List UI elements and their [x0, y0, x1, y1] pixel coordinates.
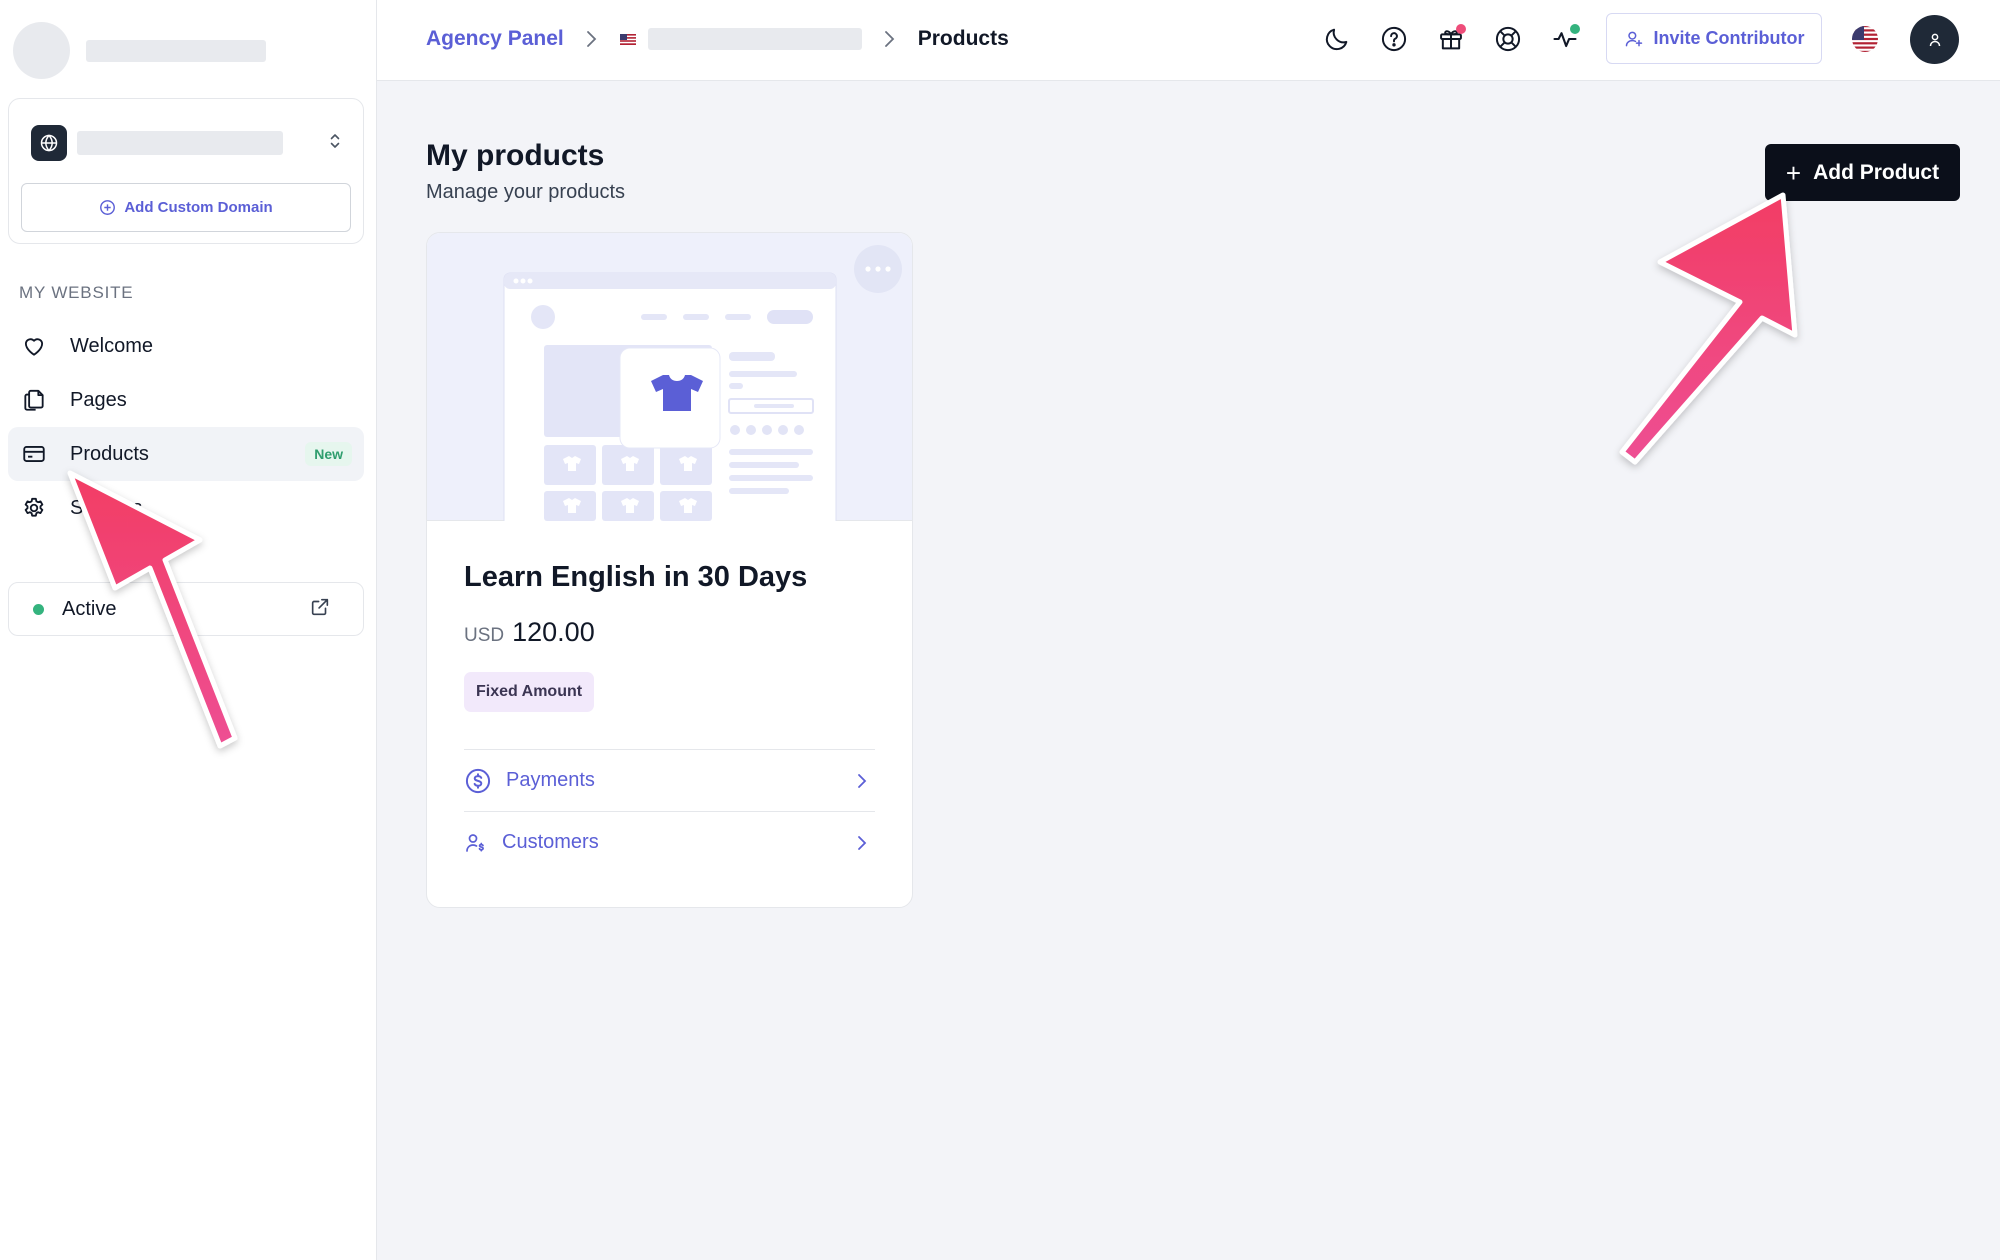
plus-icon: + — [1785, 157, 1802, 188]
ellipsis-icon — [865, 266, 891, 272]
breadcrumb: Agency Panel Products — [426, 0, 1009, 78]
support-icon[interactable] — [1489, 20, 1527, 58]
chevron-right-icon — [857, 772, 867, 790]
product-price: USD 120.00 — [464, 617, 595, 648]
product-currency: USD — [464, 625, 505, 646]
product-card[interactable]: Learn English in 30 Days USD 120.00 Fixe… — [426, 232, 913, 908]
customers-link[interactable]: Customers — [464, 811, 875, 873]
flag-us-icon — [619, 33, 636, 45]
storefront-illustration — [503, 272, 837, 534]
add-custom-domain-button[interactable]: Add Custom Domain — [21, 183, 351, 232]
add-custom-domain-label: Add Custom Domain — [124, 199, 273, 216]
top-bar: Agency Panel Products Invite Contributor — [377, 0, 2000, 81]
callout-arrow-add-product — [1619, 192, 1798, 465]
moon-icon[interactable] — [1318, 20, 1356, 58]
customers-label: Customers — [502, 831, 599, 853]
chevron-right-icon — [884, 29, 896, 49]
sidebar-item-products[interactable]: Products New — [8, 427, 364, 481]
breadcrumb-agency-panel[interactable]: Agency Panel — [426, 27, 564, 51]
website-selector[interactable] — [31, 125, 349, 161]
plus-circle-icon — [100, 200, 116, 215]
add-user-icon — [1625, 31, 1642, 46]
dollar-circle-icon — [464, 767, 492, 795]
breadcrumb-website[interactable] — [619, 28, 862, 50]
website-name-placeholder — [647, 28, 862, 50]
activity-icon[interactable] — [1546, 20, 1584, 58]
more-options-button[interactable] — [854, 245, 902, 293]
pricing-type-tag: Fixed Amount — [464, 672, 595, 712]
product-title: Learn English in 30 Days — [464, 561, 808, 593]
user-menu-avatar[interactable] — [1910, 15, 1959, 64]
sidebar-item-pages[interactable]: Pages — [8, 373, 364, 427]
help-icon[interactable] — [1375, 20, 1413, 58]
product-illustration — [427, 233, 912, 534]
user-icon — [1929, 33, 1940, 46]
payments-label: Payments — [506, 769, 595, 791]
sidebar-item-label: Products — [70, 442, 149, 465]
website-card: Add Custom Domain — [8, 98, 364, 244]
product-amount: 120.00 — [512, 617, 595, 647]
status-label: Active — [62, 597, 117, 620]
add-product-label: Add Product — [1813, 160, 1940, 184]
website-name-placeholder — [77, 131, 283, 155]
invite-contributor-button[interactable]: Invite Contributor — [1606, 13, 1822, 64]
new-badge: New — [305, 442, 352, 466]
gear-icon — [20, 494, 48, 522]
sidebar-item-label: Welcome — [70, 334, 153, 357]
section-label-my-website: MY WEBSITE — [19, 283, 134, 302]
add-product-button[interactable]: + Add Product — [1765, 144, 1960, 201]
page-subtitle: Manage your products — [426, 181, 626, 203]
card-icon — [20, 440, 48, 468]
sidebar-item-settings[interactable]: Settings — [8, 481, 364, 535]
chevron-right-icon — [857, 834, 867, 852]
sidebar-item-welcome[interactable]: Welcome — [8, 319, 364, 373]
customers-icon — [464, 831, 488, 855]
sidebar-item-label: Pages — [70, 388, 127, 411]
external-link-icon[interactable] — [309, 596, 331, 623]
invite-contributor-label: Invite Contributor — [1653, 28, 1805, 48]
heart-icon — [20, 332, 48, 360]
account-profile[interactable] — [13, 22, 266, 79]
sidebar-item-label: Settings — [70, 496, 143, 519]
chevron-right-icon — [586, 29, 598, 49]
website-status: Active — [8, 582, 364, 636]
pages-icon — [20, 386, 48, 414]
payments-link[interactable]: Payments — [464, 749, 875, 811]
globe-icon — [31, 125, 67, 161]
status-dot — [33, 603, 44, 615]
language-flag-us-icon[interactable] — [1846, 20, 1884, 58]
notification-dot — [1456, 24, 1466, 34]
chevron-up-down-icon — [327, 132, 343, 155]
breadcrumb-current: Products — [917, 27, 1009, 50]
page-title: My products — [426, 139, 605, 172]
account-name-placeholder — [86, 39, 266, 62]
avatar — [13, 22, 70, 79]
status-dot — [1570, 24, 1580, 34]
sidebar: Add Custom Domain MY WEBSITE Welcome Pag… — [0, 0, 377, 1260]
gift-icon[interactable] — [1432, 20, 1470, 58]
